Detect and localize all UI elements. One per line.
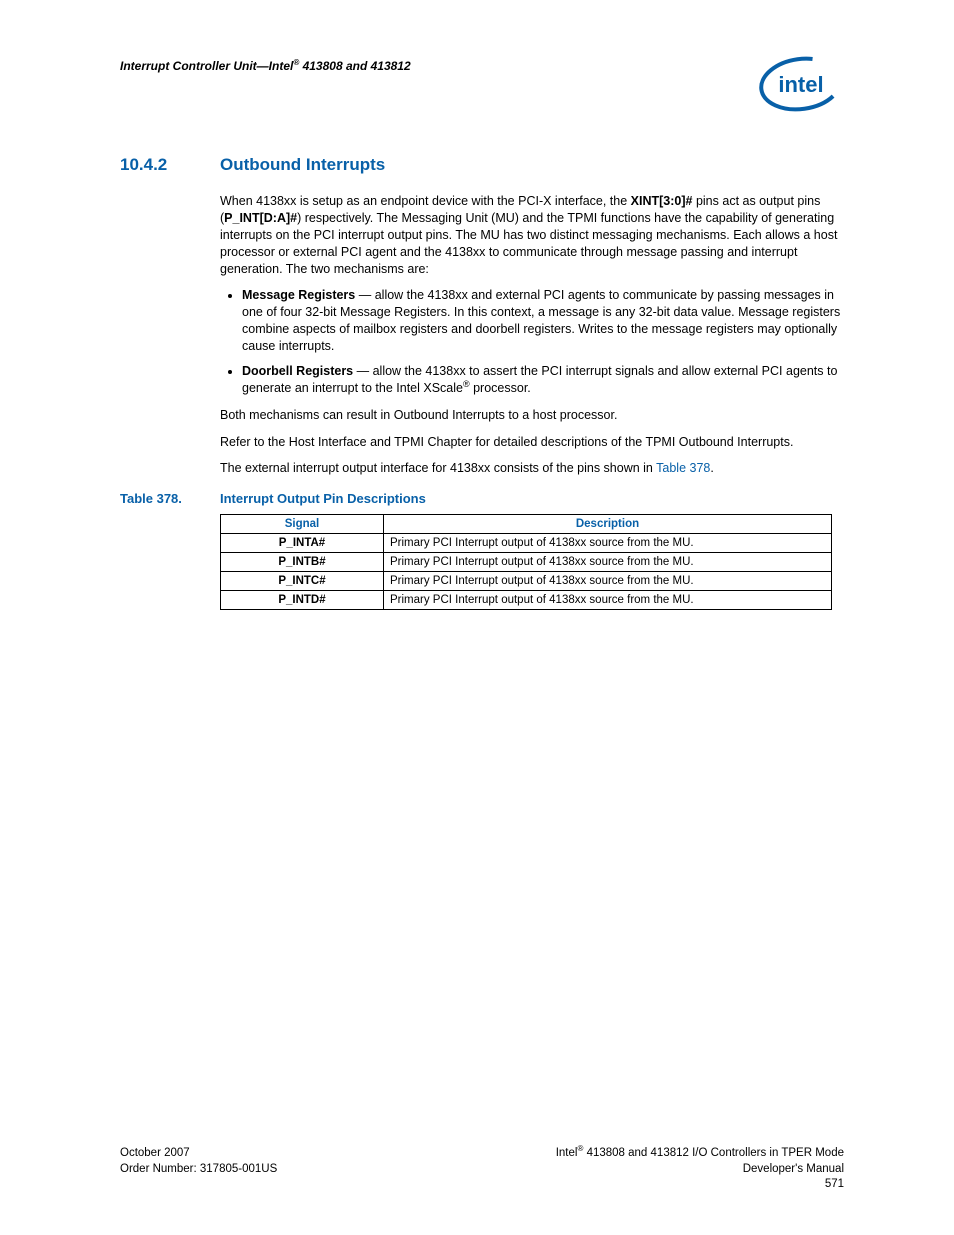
header-prefix: Interrupt Controller Unit—Intel <box>120 59 293 73</box>
table-number: Table 378. <box>120 491 220 506</box>
table-title: Interrupt Output Pin Descriptions <box>220 491 426 506</box>
pin-descriptions-table: Signal Description P_INTA# Primary PCI I… <box>220 514 832 610</box>
footer-right: Intel® 413808 and 413812 I/O Controllers… <box>556 1146 844 1193</box>
table-header-row: Signal Description <box>221 515 832 534</box>
running-header-text: Interrupt Controller Unit—Intel® 413808 … <box>120 55 411 73</box>
footer-page-number: 571 <box>556 1177 844 1193</box>
col-description: Description <box>384 515 832 534</box>
section-heading: 10.4.2 Outbound Interrupts <box>120 155 844 175</box>
both-mechanisms-paragraph: Both mechanisms can result in Outbound I… <box>220 407 844 424</box>
body-content: When 4138xx is setup as an endpoint devi… <box>220 193 844 477</box>
li2-reg: ® <box>463 379 470 389</box>
p1-e: ) respectively. The Messaging Unit (MU) … <box>220 211 837 276</box>
cell-description: Primary PCI Interrupt output of 4138xx s… <box>384 553 832 572</box>
table-row: P_INTA# Primary PCI Interrupt output of … <box>221 534 832 553</box>
svg-text:intel: intel <box>778 72 823 97</box>
section-title: Outbound Interrupts <box>220 155 385 175</box>
table-row: P_INTB# Primary PCI Interrupt output of … <box>221 553 832 572</box>
li1-label: Message Registers <box>242 288 355 302</box>
table-row: P_INTC# Primary PCI Interrupt output of … <box>221 572 832 591</box>
page: Interrupt Controller Unit—Intel ® 413808 … <box>0 0 954 1235</box>
table-caption: Table 378. Interrupt Output Pin Descript… <box>120 491 844 506</box>
col-signal: Signal <box>221 515 384 534</box>
table-378-link[interactable]: Table 378 <box>656 461 710 475</box>
li2-body-b: processor. <box>470 381 531 395</box>
footer-r1-b: 413808 and 413812 I/O Controllers in TPE… <box>583 1147 844 1159</box>
running-header: Interrupt Controller Unit—Intel® 413808 … <box>120 55 844 113</box>
p4-b: . <box>710 461 713 475</box>
cell-description: Primary PCI Interrupt output of 4138xx s… <box>384 572 832 591</box>
footer-manual: Developer's Manual <box>556 1162 844 1178</box>
li2-label: Doorbell Registers <box>242 364 353 378</box>
p4-a: The external interrupt output interface … <box>220 461 656 475</box>
footer-r1-a: Intel <box>556 1147 578 1159</box>
list-item-doorbell-registers: Doorbell Registers — allow the 4138xx to… <box>242 363 844 397</box>
footer-product: Intel® 413808 and 413812 I/O Controllers… <box>556 1146 844 1162</box>
cell-signal: P_INTC# <box>221 572 384 591</box>
cell-description: Primary PCI Interrupt output of 4138xx s… <box>384 591 832 610</box>
p1-pint: P_INT[D:A]# <box>224 211 297 225</box>
cell-description: Primary PCI Interrupt output of 4138xx s… <box>384 534 832 553</box>
intel-logo-icon: intel <box>758 55 844 113</box>
footer-order-number: Order Number: 317805-001US <box>120 1162 277 1178</box>
mechanism-list: Message Registers — allow the 4138xx and… <box>220 287 844 396</box>
footer-date: October 2007 <box>120 1146 277 1162</box>
footer-left: October 2007 Order Number: 317805-001US <box>120 1146 277 1193</box>
cell-signal: P_INTA# <box>221 534 384 553</box>
p1-a: When 4138xx is setup as an endpoint devi… <box>220 194 631 208</box>
intro-paragraph: When 4138xx is setup as an endpoint devi… <box>220 193 844 277</box>
page-footer: October 2007 Order Number: 317805-001US … <box>120 1146 844 1193</box>
external-interface-paragraph: The external interrupt output interface … <box>220 460 844 477</box>
cell-signal: P_INTB# <box>221 553 384 572</box>
header-suffix: 413808 and 413812 <box>299 59 410 73</box>
section-number: 10.4.2 <box>120 155 220 175</box>
table-row: P_INTD# Primary PCI Interrupt output of … <box>221 591 832 610</box>
cell-signal: P_INTD# <box>221 591 384 610</box>
list-item-message-registers: Message Registers — allow the 4138xx and… <box>242 287 844 355</box>
p1-xint: XINT[3:0]# <box>631 194 693 208</box>
refer-paragraph: Refer to the Host Interface and TPMI Cha… <box>220 434 844 451</box>
